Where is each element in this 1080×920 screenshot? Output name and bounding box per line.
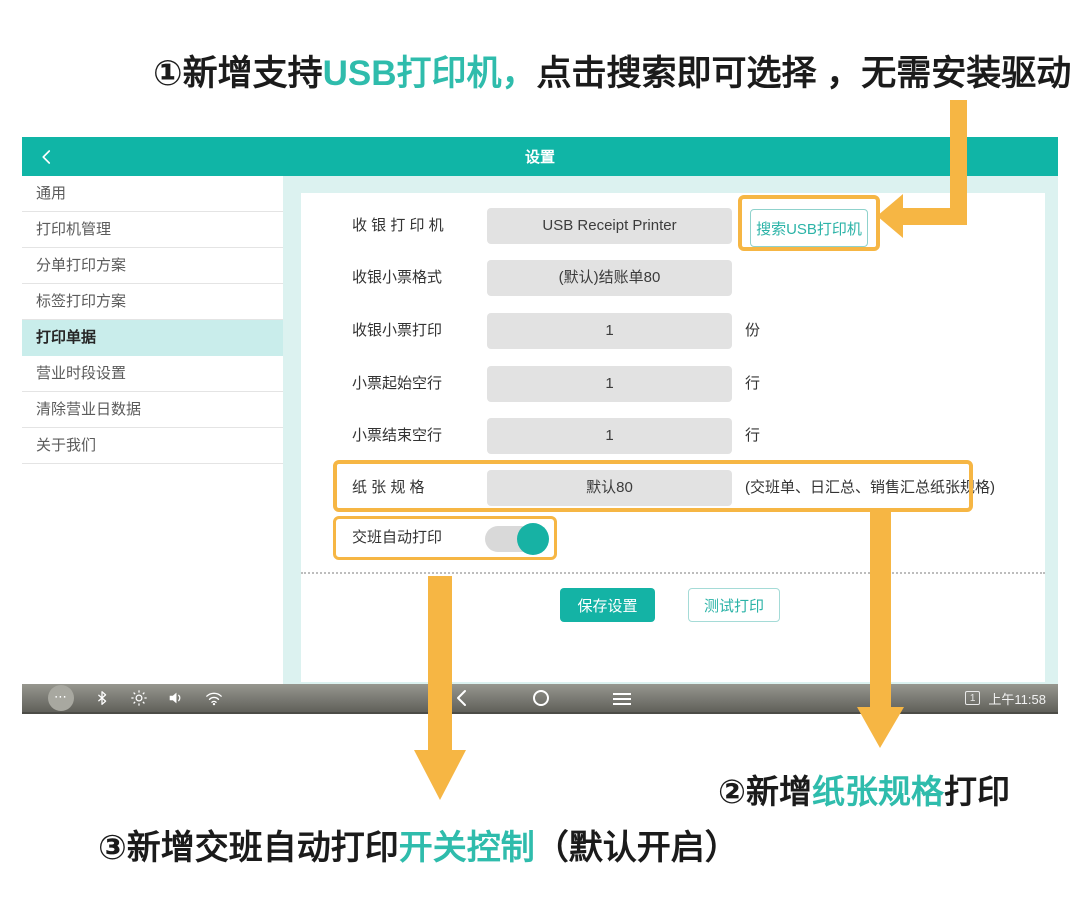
window-body: 通用 打印机管理 分单打印方案 标签打印方案 打印单据 营业时段设置 清除营业日… xyxy=(22,176,1058,684)
annotation-text: （默认开启） xyxy=(535,829,739,867)
settings-window: 设置 通用 打印机管理 分单打印方案 标签打印方案 打印单据 营业时段设置 清除… xyxy=(22,137,1058,714)
row-paper-size: 纸 张 规 格 默认80 (交班单、日汇总、销售汇总纸张规格) xyxy=(301,470,1045,506)
annotation-highlight: 纸张规格 xyxy=(812,773,944,810)
annotation-paper-size: ②新增纸张规格打印 xyxy=(718,765,1010,813)
row-shift-auto-print: 交班自动打印 xyxy=(301,523,1045,559)
section-divider xyxy=(301,572,1045,574)
annotation-text: 点击搜索即可选择 ，无需安装驱动 xyxy=(537,54,1072,93)
android-nav-bar: ⋯ 1 上午11:58 xyxy=(22,684,1058,714)
annotation-usb-printer: ①新增支持USB打印机，点击搜索即可选择 ，无需安装驱动 xyxy=(153,45,1071,96)
sidebar-item-split-print-plan[interactable]: 分单打印方案 xyxy=(22,248,283,284)
trailing-blank-lines-label: 小票结束空行 xyxy=(352,418,442,454)
brightness-icon[interactable] xyxy=(130,689,148,707)
toggle-knob xyxy=(517,523,549,555)
settings-main-area: 收 银 打 印 机 USB Receipt Printer 搜索USB打印机 收… xyxy=(283,176,1058,684)
test-print-button[interactable]: 测试打印 xyxy=(688,588,780,622)
trailing-blank-lines-unit: 行 xyxy=(745,418,760,454)
print-settings-panel: 收 银 打 印 机 USB Receipt Printer 搜索USB打印机 收… xyxy=(301,193,1045,682)
sidebar-item-label-print-plan[interactable]: 标签打印方案 xyxy=(22,284,283,320)
leading-blank-lines-field[interactable]: 1 xyxy=(487,366,732,402)
row-receipt-format: 收银小票格式 (默认)结账单80 xyxy=(301,260,1045,296)
paper-size-label: 纸 张 规 格 xyxy=(352,470,425,506)
sidebar-item-business-hours[interactable]: 营业时段设置 xyxy=(22,356,283,392)
nav-home-icon[interactable] xyxy=(533,690,549,706)
search-usb-printer-button[interactable]: 搜索USB打印机 xyxy=(750,209,868,247)
sidebar-item-general[interactable]: 通用 xyxy=(22,176,283,212)
annotation-highlight: 开关控制 xyxy=(399,829,535,867)
annotation-highlight: USB打印机， xyxy=(323,54,537,93)
sidebar-item-printer-management[interactable]: 打印机管理 xyxy=(22,212,283,248)
save-settings-button[interactable]: 保存设置 xyxy=(560,588,655,622)
annotation-toggle-control: ③新增交班自动打印开关控制（默认开启） xyxy=(98,820,739,869)
leading-blank-lines-label: 小票起始空行 xyxy=(352,366,442,402)
row-trailing-blank-lines: 小票结束空行 1 行 xyxy=(301,418,1045,454)
volume-icon[interactable] xyxy=(167,689,185,707)
paper-size-note: (交班单、日汇总、销售汇总纸张规格) xyxy=(745,470,995,506)
page-title: 设置 xyxy=(525,146,555,167)
annotation-text: ②新增 xyxy=(718,773,812,810)
more-options-icon[interactable]: ⋯ xyxy=(48,685,74,711)
receipt-format-label: 收银小票格式 xyxy=(352,260,442,296)
settings-sidebar: 通用 打印机管理 分单打印方案 标签打印方案 打印单据 营业时段设置 清除营业日… xyxy=(22,176,283,684)
cashier-printer-label: 收 银 打 印 机 xyxy=(352,208,444,244)
nav-menu-icon[interactable] xyxy=(612,692,632,706)
receipt-copies-field[interactable]: 1 xyxy=(487,313,732,349)
sidebar-item-clear-business-data[interactable]: 清除营业日数据 xyxy=(22,392,283,428)
receipt-format-field[interactable]: (默认)结账单80 xyxy=(487,260,732,296)
wifi-icon[interactable] xyxy=(204,689,224,707)
leading-blank-lines-unit: 行 xyxy=(745,366,760,402)
shift-auto-print-toggle[interactable] xyxy=(485,525,547,553)
receipt-copies-label: 收银小票打印 xyxy=(352,313,442,349)
sidebar-item-print-receipts[interactable]: 打印单据 xyxy=(22,320,283,356)
row-cashier-printer: 收 银 打 印 机 USB Receipt Printer 搜索USB打印机 xyxy=(301,208,1045,244)
trailing-blank-lines-field[interactable]: 1 xyxy=(487,418,732,454)
sidebar-item-about[interactable]: 关于我们 xyxy=(22,428,283,464)
status-right: 1 上午11:58 xyxy=(965,684,1046,712)
annotation-text: ①新增支持 xyxy=(153,54,323,93)
cashier-printer-field[interactable]: USB Receipt Printer xyxy=(487,208,732,244)
shift-auto-print-label: 交班自动打印 xyxy=(352,523,442,553)
row-receipt-copies: 收银小票打印 1 份 xyxy=(301,313,1045,349)
row-leading-blank-lines: 小票起始空行 1 行 xyxy=(301,366,1045,402)
status-icons: ⋯ xyxy=(48,684,224,712)
action-buttons: 保存设置 测试打印 xyxy=(301,588,1045,622)
clock: 上午11:58 xyxy=(988,689,1046,708)
annotation-text: ③新增交班自动打印 xyxy=(98,829,399,867)
back-button[interactable] xyxy=(30,137,64,176)
back-arrow-icon xyxy=(38,148,56,166)
annotation-text: 打印 xyxy=(944,773,1010,810)
paper-size-field[interactable]: 默认80 xyxy=(487,470,732,506)
nav-back-icon[interactable] xyxy=(455,689,469,707)
title-bar: 设置 xyxy=(22,137,1058,176)
bluetooth-icon[interactable] xyxy=(93,689,111,707)
receipt-copies-unit: 份 xyxy=(745,313,760,349)
notification-badge: 1 xyxy=(965,691,981,705)
